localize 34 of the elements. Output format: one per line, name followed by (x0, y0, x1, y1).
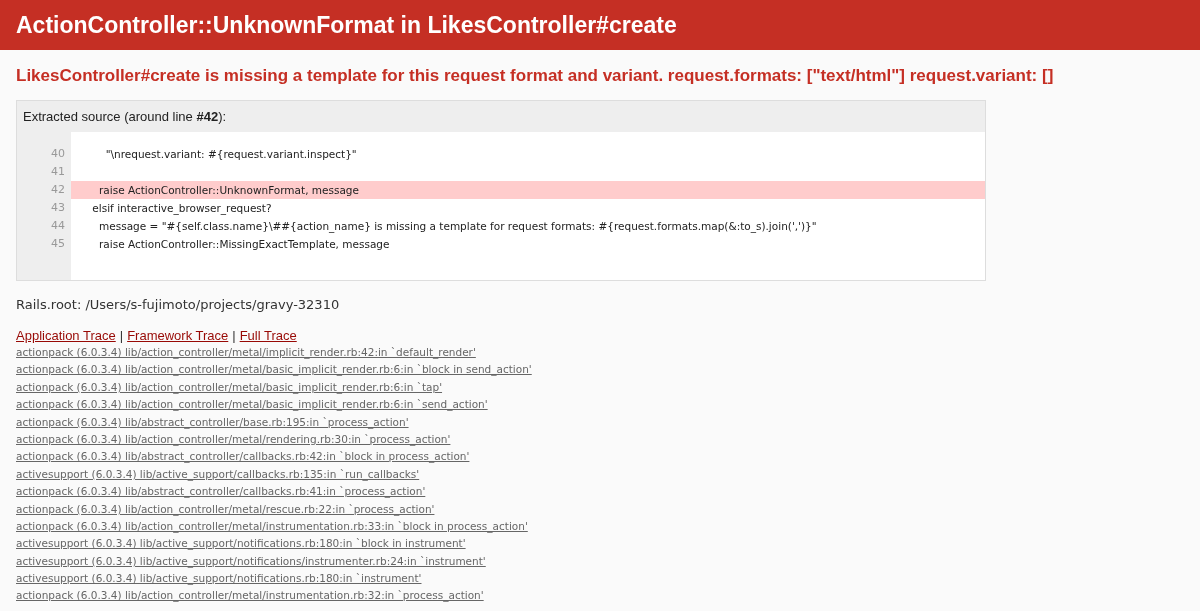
trace-line[interactable]: activesupport (6.0.3.4) lib/active_support/notifications/instrumenter.rb:24:in `instrument' (16, 552, 1184, 571)
trace-line[interactable]: activesupport (6.0.3.4) lib/active_support/callbacks.rb:135:in `run_callbacks' (16, 465, 1184, 484)
line-number: 42 (50, 182, 66, 198)
trace-line[interactable]: activesupport (6.0.3.4) lib/active_support/notifications.rb:180:in `instrument' (16, 570, 1184, 588)
trace-line[interactable]: actionpack (6.0.3.4) lib/action_controller/metal/rendering.rb:30:in `process_action' (16, 430, 1184, 449)
trace-link[interactable]: Full Trace (239, 328, 297, 343)
code-line: elsif interactive_browser_request? (91, 201, 273, 217)
trace-line[interactable]: actionpack (6.0.3.4) lib/action_controller/metal/basic_implicit_render.rb:6:in `block in send_action' (16, 361, 1184, 379)
line-number: 40 (50, 146, 66, 162)
trace-line[interactable]: actionpack (6.0.3.4) lib/action_controller/metal/instrumentation.rb:33:in `block in process_action' (16, 517, 1184, 536)
trace-line[interactable]: actionpack (6.0.3.4) lib/abstract_controller/callbacks.rb:41:in `process_action' (16, 483, 1184, 501)
code-line: message = "#{self.class.name}\##{action_name} is missing a template for request formats: #{request.formats.map(&:to_s).join(',')}" (98, 219, 818, 235)
line-number: 41 (50, 164, 66, 180)
trace-link[interactable]: Framework Trace (127, 328, 229, 343)
trace-line[interactable]: actionpack (6.0.3.4) lib/action_controller/metal/basic_implicit_render.rb:6:in `tap' (16, 378, 1184, 397)
code-line: "\nrequest.variant: #{request.variant.inspect}" (104, 147, 358, 162)
error-message: LikesController#create is missing a template for this request format and variant. request.formats: ["text/html"] request.variant: [] (16, 66, 1055, 86)
trace-line[interactable]: actionpack (6.0.3.4) lib/action_controller/metal/instrumentation.rb:32:in `process_action' (16, 587, 1184, 605)
trace-line[interactable]: actionpack (6.0.3.4) lib/action_controller/metal/basic_implicit_render.rb:6:in `send_action' (16, 396, 1184, 414)
trace-line[interactable]: actionpack (6.0.3.4) lib/action_controller/metal/rescue.rb:22:in `process_action' (16, 500, 1184, 518)
trace-line[interactable]: actionpack (6.0.3.4) lib/abstract_controller/base.rb:195:in `process_action' (16, 413, 1184, 431)
separator: | (232, 328, 236, 343)
rails-root: Rails.root: /Users/s-fujimoto/projects/gravy-32310 (16, 297, 341, 312)
source-title: Extracted source (around line #42): (17, 101, 985, 132)
line-number: 45 (50, 236, 66, 252)
line-number: 44 (50, 218, 66, 234)
line-number: 43 (50, 200, 66, 216)
trace-link[interactable]: Application Trace (16, 328, 116, 343)
page-title: ActionController::UnknownFormat in LikesController#create (16, 11, 677, 39)
code-line: raise ActionController::MissingExactTemplate, message (98, 237, 391, 252)
separator: | (119, 328, 124, 343)
trace-line[interactable]: actionpack (6.0.3.4) lib/action_controller/metal/implicit_render.rb:42:in `default_render' (16, 344, 1184, 362)
trace-line[interactable]: actionpack (6.0.3.4) lib/abstract_controller/callbacks.rb:42:in `block in process_action' (16, 448, 1184, 466)
trace-line[interactable]: activesupport (6.0.3.4) lib/active_support/notifications.rb:180:in `block in instrument' (16, 535, 1184, 553)
